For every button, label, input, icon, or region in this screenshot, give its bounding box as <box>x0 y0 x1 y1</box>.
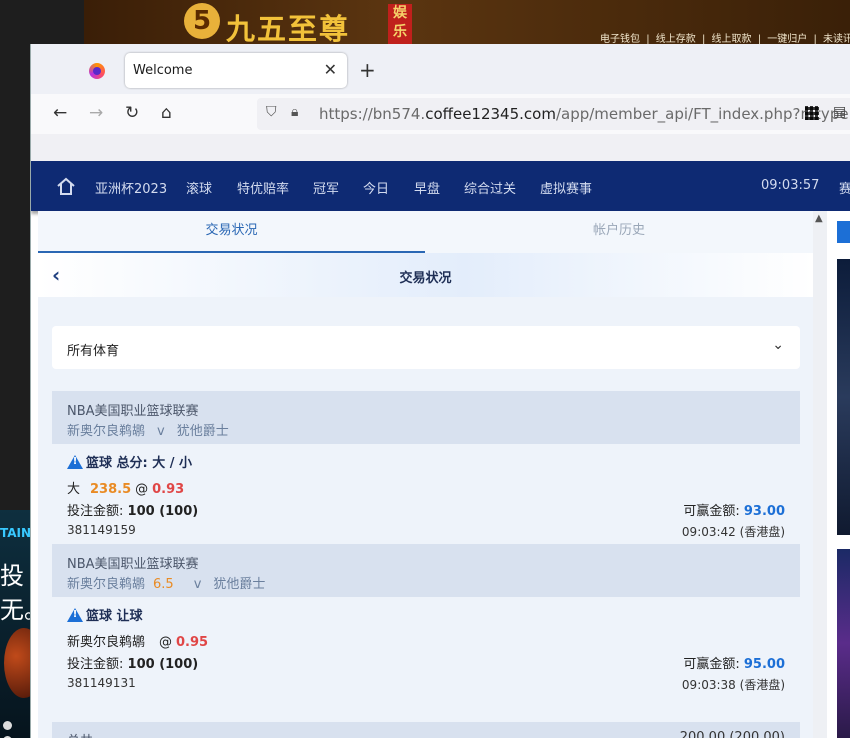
bet-selection: 新奥尔良鹈鹕 @0.95 <box>67 635 209 650</box>
nav-virtual[interactable]: 虚拟赛事 <box>540 178 592 197</box>
bet-selection: 大 238.5 @0.93 <box>67 482 185 497</box>
bet-header: NBA美国职业篮球联赛 新奥尔良鹈鹕 6.5 v 犹他爵士 <box>52 544 800 597</box>
site-logo-icon: 5 <box>184 3 220 39</box>
warning-icon <box>67 608 83 622</box>
bet-details: 篮球 让球 新奥尔良鹈鹕@0.95 投注金额: 100 (100) 可赢金额: … <box>52 597 800 707</box>
tab-welcome[interactable]: Welcome ✕ <box>125 53 347 88</box>
stake-amount: 投注金额: 100 (100) <box>67 657 199 672</box>
match-teams: 新奥尔良鹈鹕 6.5 v 犹他爵士 <box>67 577 266 592</box>
nav-live[interactable]: 滚球 <box>186 178 212 197</box>
side-ad <box>827 211 850 738</box>
league-name: NBA美国职业篮球联赛 <box>67 404 199 419</box>
stake-amount: 投注金额: 100 (100) <box>67 504 199 519</box>
total-value: 200.00 (200.00) <box>679 730 785 738</box>
tab-account-history[interactable]: 帐户历史 <box>425 211 813 253</box>
bet-details: 篮球 总分: 大 / 小 大238.5@0.93 投注金额: 100 (100)… <box>52 444 800 554</box>
ad-banner[interactable] <box>837 259 850 535</box>
lock-icon[interactable]: 🔒︎ <box>291 104 298 120</box>
total-label: 总共: <box>67 730 97 738</box>
home-icon[interactable] <box>56 176 76 196</box>
firefox-icon[interactable] <box>89 63 105 79</box>
web-page: 亚洲杯2023 滚球 特优赔率 冠军 今日 早盘 综合过关 虚拟赛事 09:03… <box>31 161 850 738</box>
page-title: 交易状况 <box>399 271 452 286</box>
ad-icon[interactable] <box>837 221 850 243</box>
bet-time: 09:03:42 (香港盘) <box>681 525 785 539</box>
nav-more[interactable]: 赛 <box>839 178 850 197</box>
bet-type: 篮球 让球 <box>67 605 143 624</box>
navigation-bar: ← → ↻ ⌂ ⛉ 🔒︎ https://bn574.coffee12345.c… <box>31 94 850 134</box>
clock: 09:03:57 <box>761 178 820 193</box>
win-amount: 可赢金额: 95.00 <box>683 657 785 672</box>
close-icon[interactable]: ✕ <box>324 60 337 79</box>
bet-type: 篮球 总分: 大 / 小 <box>67 452 192 471</box>
browser-window: Welcome ✕ + ← → ↻ ⌂ ⛉ 🔒︎ https://bn574.c… <box>30 44 850 738</box>
win-amount: 可赢金额: 93.00 <box>683 504 785 519</box>
site-navigation: 亚洲杯2023 滚球 特优赔率 冠军 今日 早盘 综合过关 虚拟赛事 09:03… <box>31 161 850 211</box>
nav-special-odds[interactable]: 特优赔率 <box>237 178 289 197</box>
shield-icon[interactable]: ⛉ <box>266 104 277 120</box>
ad-banner[interactable] <box>837 549 850 738</box>
total-row: 总共: 200.00 (200.00) <box>52 722 800 738</box>
nav-today[interactable]: 今日 <box>363 178 389 197</box>
warning-icon <box>67 455 83 469</box>
home-icon[interactable]: ⌂ <box>161 103 172 123</box>
site-logo-text: 九五至尊 <box>226 12 351 46</box>
tab-transactions[interactable]: 交易状况 <box>38 211 425 253</box>
match-teams: 新奥尔良鹈鹕 v 犹他爵士 <box>67 424 229 439</box>
nav-champion[interactable]: 冠军 <box>313 178 339 197</box>
tabs: 交易状况 帐户历史 <box>38 211 813 253</box>
bet-time: 09:03:38 (香港盘) <box>681 678 785 692</box>
title-bar: ‹ 交易状况 <box>38 253 813 297</box>
reader-view-icon[interactable]: ▤ <box>833 104 846 120</box>
site-logo-badge: 娱乐 <box>388 4 412 44</box>
basketball-image <box>4 628 30 698</box>
bet-header: NBA美国职业篮球联赛 新奥尔良鹈鹕 v 犹他爵士 <box>52 391 800 444</box>
tab-title: Welcome <box>133 63 193 78</box>
new-tab-icon[interactable]: + <box>359 58 376 82</box>
background-site-links: 电子钱包 | 线上存款 | 线上取款 | 一键归户 | 未读讯 <box>600 30 850 45</box>
url-bar[interactable]: ⛉ 🔒︎ https://bn574.coffee12345.com/app/m… <box>257 98 850 130</box>
filter-label: 所有体育 <box>67 344 120 359</box>
sport-filter-dropdown[interactable]: 所有体育 ⌄ <box>52 326 800 369</box>
league-name: NBA美国职业篮球联赛 <box>67 557 199 572</box>
chevron-down-icon[interactable]: ⌄ <box>772 337 784 353</box>
back-icon[interactable]: ← <box>53 103 67 123</box>
nav-asian-cup[interactable]: 亚洲杯2023 <box>95 178 167 197</box>
carousel-dots[interactable] <box>3 719 30 738</box>
scroll-up-icon[interactable]: ▲ <box>815 213 823 224</box>
forward-icon[interactable]: → <box>89 103 103 123</box>
scrollbar[interactable]: ▲ <box>813 211 827 738</box>
ticket-id: 381149131 <box>67 676 136 690</box>
nav-parlay[interactable]: 综合过关 <box>464 178 516 197</box>
qr-code-icon[interactable] <box>805 106 819 120</box>
url-text[interactable]: https://bn574.coffee12345.com/app/member… <box>319 105 850 123</box>
tab-bar: Welcome ✕ + <box>31 44 850 94</box>
background-left-banner: TAIN 投 无。 <box>0 510 30 738</box>
reload-icon[interactable]: ↻ <box>125 103 139 123</box>
nav-early[interactable]: 早盘 <box>414 178 440 197</box>
ticket-id: 381149159 <box>67 523 136 537</box>
main-panel: 交易状况 帐户历史 ‹ 交易状况 所有体育 ⌄ NBA美国职业篮球联赛 新奥尔良… <box>38 211 813 738</box>
